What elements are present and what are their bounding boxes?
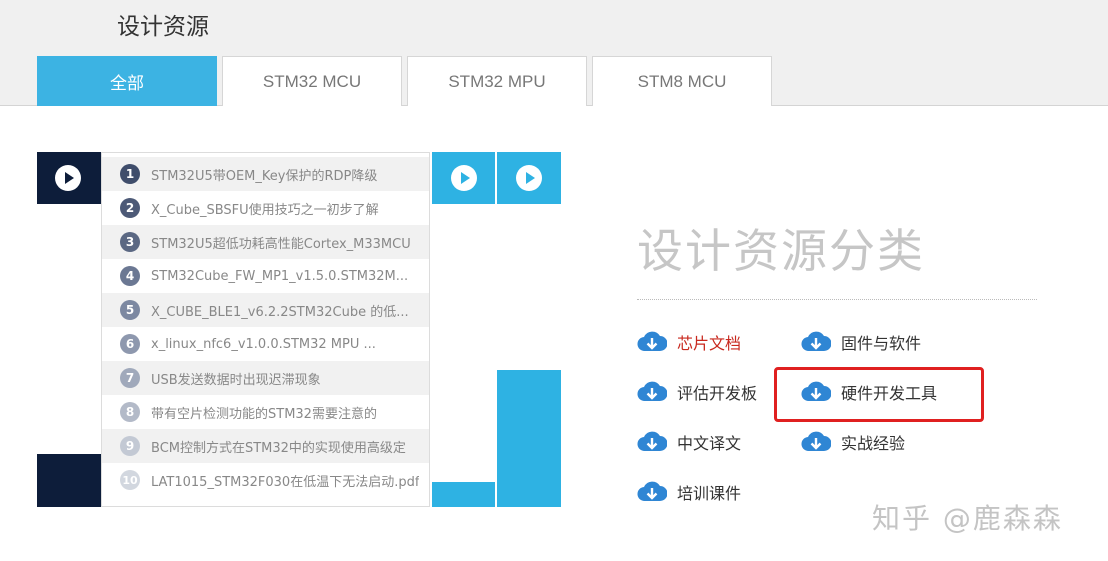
list-item-number: 7 [120,368,140,388]
video-tile-blue[interactable] [497,152,561,204]
category-firmware-software[interactable]: 固件与软件 [801,329,921,355]
list-item[interactable]: 2 X_Cube_SBSFU使用技巧之一初步了解 [102,191,429,225]
list-item[interactable]: 6 x_linux_nfc6_v1.0.0.STM32 MPU ... [102,327,429,361]
list-item-title[interactable]: X_Cube_SBSFU使用技巧之一初步了解 [151,199,379,218]
video-tile-blue[interactable] [432,152,495,204]
video-tile-dark[interactable] [37,152,101,204]
category-label: 芯片文档 [677,334,742,353]
play-icon[interactable] [55,165,81,191]
list-item-title[interactable]: BCM控制方式在STM32中的实现使用高级定 [151,437,406,456]
tab-stm32-mpu[interactable]: STM32 MPU [407,56,587,106]
category-practical-experience[interactable]: 实战经验 [801,429,905,455]
download-cloud-icon [637,431,667,452]
category-chip-docs[interactable]: 芯片文档 [637,329,741,355]
list-item-title[interactable]: STM32U5超低功耗高性能Cortex_M33MCU [151,233,411,252]
list-item[interactable]: 5 X_CUBE_BLE1_v6.2.2STM32Cube 的低... [102,293,429,327]
download-cloud-icon [801,331,831,352]
list-item-number: 9 [120,436,140,456]
highlight-annotation [774,367,984,422]
list-item[interactable]: 7 USB发送数据时出现迟滞现象 [102,361,429,395]
header-bar: 设计资源 全部 STM32 MCU STM32 MPU STM8 MCU [0,0,1108,106]
category-label: 评估开发板 [677,384,758,403]
play-icon[interactable] [451,165,477,191]
list-item-title[interactable]: LAT1015_STM32F030在低温下无法启动.pdf [151,471,419,490]
list-item-title[interactable]: USB发送数据时出现迟滞现象 [151,369,321,388]
category-training-materials[interactable]: 培训课件 [637,479,741,505]
list-item-number: 1 [120,164,140,184]
decor-block-dark [37,454,101,507]
categories-title: 设计资源分类 [637,224,925,278]
list-item-title[interactable]: STM32U5带OEM_Key保护的RDP降级 [151,165,377,184]
category-eval-boards[interactable]: 评估开发板 [637,379,757,405]
tab-all[interactable]: 全部 [37,56,217,106]
category-label: 实战经验 [841,434,906,453]
list-item-number: 5 [120,300,140,320]
category-label: 培训课件 [677,484,742,503]
list-item-title[interactable]: STM32Cube_FW_MP1_v1.5.0.STM32M... [151,269,408,284]
category-chinese-translations[interactable]: 中文译文 [637,429,741,455]
list-item-number: 3 [120,232,140,252]
decor-block-blue [432,482,495,507]
list-item[interactable]: 4 STM32Cube_FW_MP1_v1.5.0.STM32M... [102,259,429,293]
list-item[interactable]: 3 STM32U5超低功耗高性能Cortex_M33MCU [102,225,429,259]
download-cloud-icon [637,481,667,502]
download-cloud-icon [637,331,667,352]
list-item-number: 10 [120,470,140,490]
category-label: 中文译文 [677,434,742,453]
page-title: 设计资源 [117,14,209,40]
download-cloud-icon [637,381,667,402]
list-item-number: 4 [120,266,140,286]
play-icon[interactable] [516,165,542,191]
list-item[interactable]: 10 LAT1015_STM32F030在低温下无法启动.pdf [102,463,429,497]
list-item-number: 6 [120,334,140,354]
list-item[interactable]: 9 BCM控制方式在STM32中的实现使用高级定 [102,429,429,463]
watermark: 知乎 @鹿森森 [872,502,1063,535]
list-item[interactable]: 8 带有空片检测功能的STM32需要注意的 [102,395,429,429]
list-item[interactable]: 1 STM32U5带OEM_Key保护的RDP降级 [102,157,429,191]
download-cloud-icon [801,431,831,452]
list-item-title[interactable]: x_linux_nfc6_v1.0.0.STM32 MPU ... [151,337,376,352]
list-item-number: 8 [120,402,140,422]
list-item-title[interactable]: X_CUBE_BLE1_v6.2.2STM32Cube 的低... [151,301,409,320]
list-item-title[interactable]: 带有空片检测功能的STM32需要注意的 [151,403,377,422]
tab-stm8-mcu[interactable]: STM8 MCU [592,56,772,106]
category-label: 固件与软件 [841,334,922,353]
tab-stm32-mcu[interactable]: STM32 MCU [222,56,402,106]
divider [637,299,1037,300]
decor-block-blue [497,370,561,507]
resource-list: 1 STM32U5带OEM_Key保护的RDP降级 2 X_Cube_SBSFU… [101,152,430,507]
list-item-number: 2 [120,198,140,218]
